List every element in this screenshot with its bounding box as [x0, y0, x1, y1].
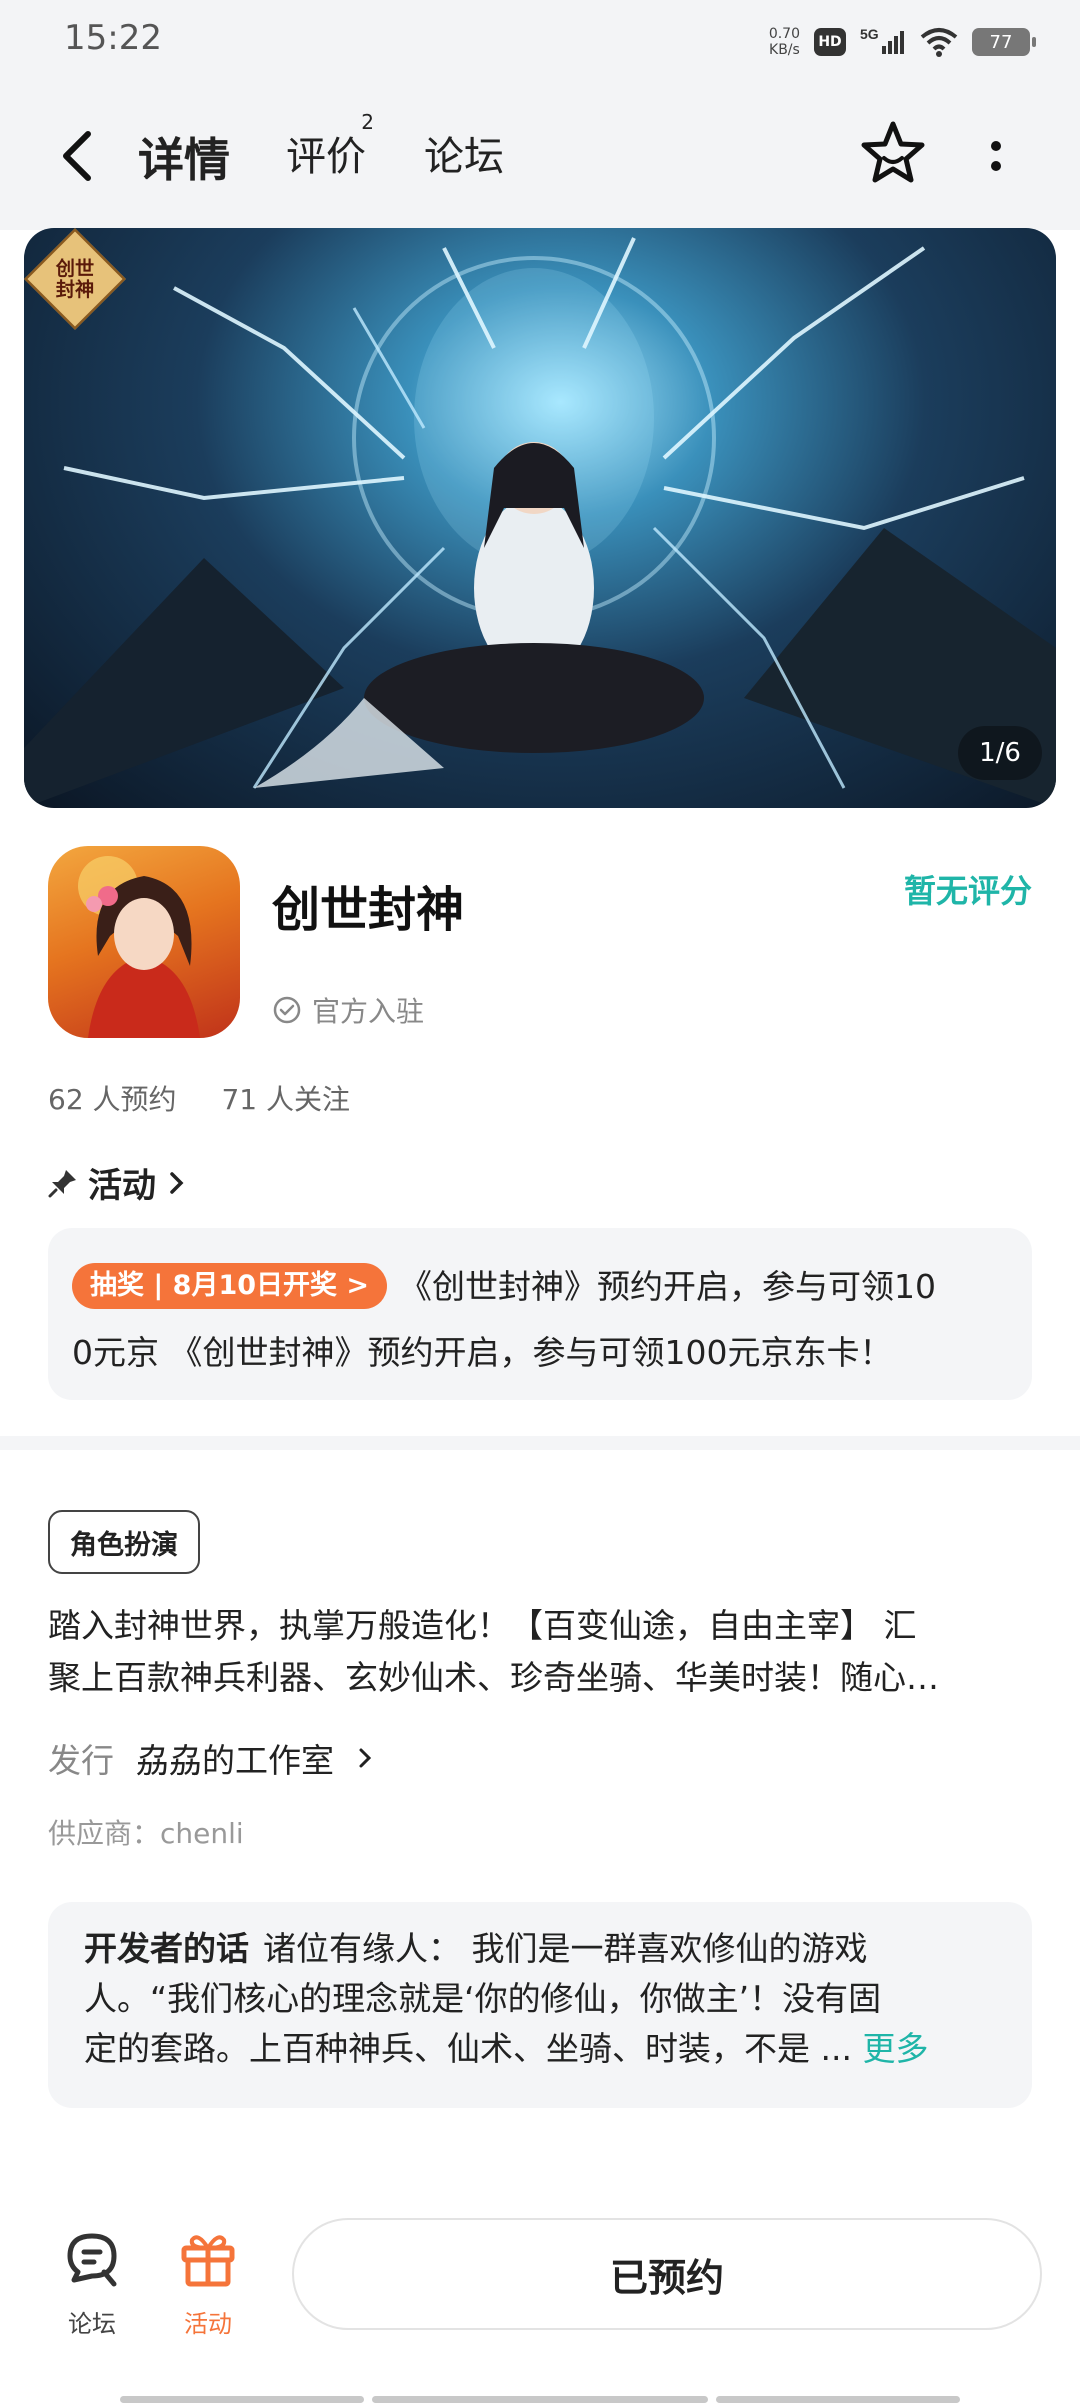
game-description[interactable]: 踏入封神世界，执掌万般造化！【百变仙途，自由主宰】 汇 聚上百款神兵利器、玄妙仙…	[48, 1600, 1032, 1704]
supplier-text: 供应商：chenli	[48, 1817, 244, 1850]
activity-card[interactable]: 抽奖 | 8月10日开奖 > 《创世封神》预约开启，参与可领10 0元京 《创世封…	[48, 1228, 1032, 1400]
official-badge: 官方入驻	[272, 990, 424, 1030]
banner-artwork	[24, 237, 1056, 808]
banner-page-counter: 1/6	[958, 726, 1042, 780]
bottom-activity-button[interactable]: 活动	[168, 2226, 248, 2339]
gift-icon	[181, 2235, 235, 2287]
rating-text: 暂无评分	[903, 872, 1032, 910]
app-stats: 62 人预约 71 人关注	[48, 1078, 386, 1118]
status-icons: 0.70 KB/s HD 5G 77	[768, 20, 1036, 64]
home-indicator-right	[716, 2396, 960, 2403]
verified-check-icon	[273, 996, 301, 1024]
reservation-count: 62 人预约	[48, 1083, 177, 1116]
status-bar: 15:22 0.70 KB/s HD 5G 77	[0, 0, 1080, 80]
more-vertical-icon[interactable]	[976, 132, 1016, 182]
net-speed: 0.70 KB/s	[768, 26, 800, 58]
home-indicator-center	[372, 2396, 708, 2403]
developer-note-title: 开发者的话	[84, 1929, 249, 1968]
star-icon[interactable]	[858, 118, 928, 188]
lottery-tag[interactable]: 抽奖 | 8月10日开奖 >	[72, 1263, 388, 1309]
review-count-badge: 2	[361, 110, 374, 134]
top-nav: 详情 评价 2 论坛	[0, 80, 1080, 230]
developer-note-card[interactable]: 开发者的话 诸位有缘人： 我们是一群喜欢修仙的游戏 人。“我们核心的理念就是‘你的…	[48, 1902, 1032, 2108]
pin-icon	[48, 1169, 76, 1197]
tab-forum[interactable]: 论坛	[424, 124, 504, 182]
back-arrow-icon[interactable]	[52, 126, 102, 186]
tab-review[interactable]: 评价 2	[286, 110, 374, 182]
status-time: 15:22	[64, 18, 162, 58]
chevron-right-icon	[170, 1171, 184, 1194]
tab-detail[interactable]: 详情	[130, 124, 234, 190]
home-indicator-left	[120, 2396, 364, 2403]
app-icon	[48, 846, 240, 1038]
chevron-right-icon	[359, 1748, 372, 1768]
follower-count: 71 人关注	[221, 1083, 350, 1116]
publisher-label: 发行	[48, 1741, 114, 1780]
activity-text-line2: 0元京 《创世封神》预约开启，参与可领100元京东卡！	[72, 1333, 893, 1372]
publisher-name: 劦劦的工作室	[136, 1741, 334, 1780]
signal-5g-icon: 5G	[860, 26, 904, 54]
reserved-button[interactable]: 已预约	[292, 2218, 1042, 2330]
genre-tag[interactable]: 角色扮演	[48, 1510, 200, 1574]
more-link[interactable]: 更多	[862, 2029, 928, 2068]
activity-section-header[interactable]: 活动	[48, 1158, 188, 1207]
app-name: 创世封神	[272, 882, 465, 938]
activity-text-line1: 《创世封神》预约开启，参与可领10	[399, 1267, 937, 1306]
forum-chat-icon	[67, 2233, 117, 2287]
publisher-row[interactable]: 发行 劦劦的工作室	[48, 1734, 376, 1782]
bottom-forum-button[interactable]: 论坛	[52, 2226, 132, 2339]
svg-text:5G: 5G	[860, 26, 879, 42]
section-divider	[0, 1436, 1080, 1450]
app-icon-artwork	[78, 856, 200, 1038]
battery-icon: 77	[972, 28, 1036, 56]
hd-icon: HD	[814, 28, 846, 56]
game-banner[interactable]: 创世 封神 1/6	[24, 228, 1056, 808]
wifi-icon	[920, 28, 958, 57]
